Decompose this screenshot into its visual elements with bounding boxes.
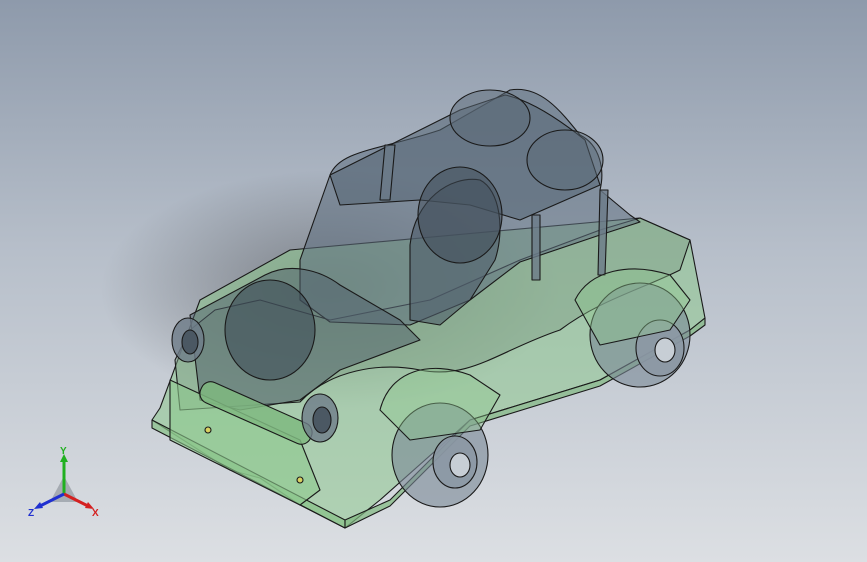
- z-axis-label: Z: [28, 508, 34, 519]
- bolt-2: [296, 476, 304, 484]
- headlight-left-inner: [181, 329, 199, 355]
- headlight-right-inner: [312, 406, 332, 434]
- y-axis-label: Y: [60, 446, 67, 457]
- roof-rear-bulge: [449, 89, 531, 147]
- roof-side-bulge: [526, 129, 604, 191]
- bolt-1: [204, 426, 212, 434]
- x-axis-label: X: [92, 508, 99, 519]
- interior-circle: [417, 166, 503, 264]
- graphics-viewport[interactable]: Y X Z: [0, 0, 867, 562]
- z-axis-arrow: [34, 502, 43, 509]
- c-pillar-right: [531, 214, 541, 281]
- car-model[interactable]: [0, 0, 867, 562]
- view-triad: Y X Z: [28, 446, 99, 519]
- front-wheel-arch-left: [224, 279, 316, 381]
